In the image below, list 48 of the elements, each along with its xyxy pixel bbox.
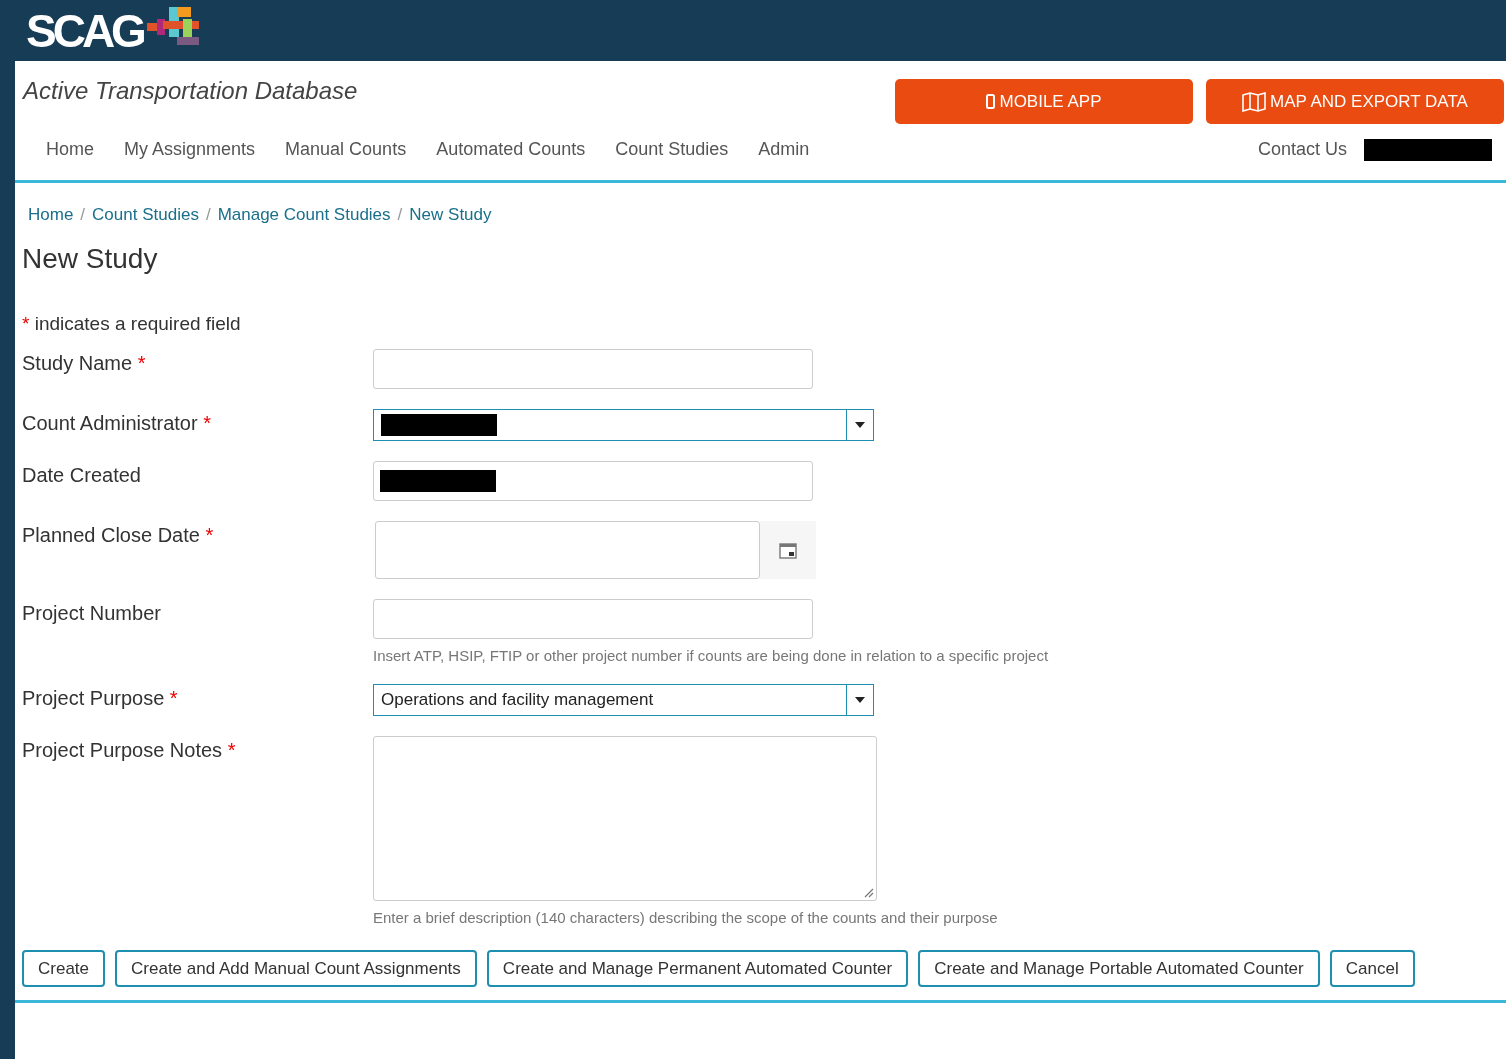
- nav-link[interactable]: Automated Counts: [421, 139, 601, 160]
- phone-icon: [986, 94, 996, 109]
- resize-grip-icon: [862, 886, 874, 898]
- header-button[interactable]: MAP AND EXPORT DATA: [1206, 79, 1504, 124]
- field-label: Project Purpose *: [22, 687, 178, 709]
- dropdown[interactable]: Operations and facility management: [373, 684, 874, 716]
- nav-link[interactable]: Home: [31, 139, 109, 160]
- calendar-button[interactable]: [760, 521, 816, 579]
- text-field[interactable]: [373, 461, 813, 501]
- field-label: Planned Close Date *: [22, 524, 214, 546]
- logo-text[interactable]: SCAG: [26, 3, 143, 58]
- field-label: Project Purpose Notes *: [22, 739, 236, 761]
- nav-link[interactable]: My Assignments: [109, 139, 271, 160]
- text-field[interactable]: [373, 599, 813, 639]
- form-button[interactable]: Create and Add Manual Count Assignments: [115, 950, 477, 987]
- breadcrumb-link[interactable]: New Study: [409, 205, 492, 225]
- header-button[interactable]: MOBILE APP: [895, 79, 1193, 124]
- map-icon: [1242, 91, 1267, 112]
- calendar-icon: [779, 541, 797, 559]
- breadcrumb-link[interactable]: Home: [28, 205, 74, 225]
- contact-link[interactable]: Contact Us: [1242, 139, 1362, 160]
- date-field[interactable]: [375, 521, 760, 579]
- breadcrumb-separator: /: [80, 205, 86, 225]
- breadcrumb-link[interactable]: Count Studies: [92, 205, 199, 225]
- help-text: Insert ATP, HSIP, FTIP or other project number if counts are being done in relation to a specific project: [373, 647, 1050, 664]
- breadcrumb-separator: /: [205, 205, 211, 225]
- help-text: Enter a brief description (140 characters) describing the scope of the counts and their purpose: [373, 909, 999, 926]
- nav-link[interactable]: Count Studies: [600, 139, 744, 160]
- field-label: Count Administrator *: [22, 412, 211, 434]
- notes-textarea[interactable]: [373, 736, 877, 901]
- field-label: Project Number: [22, 602, 161, 624]
- form-button[interactable]: Create: [22, 950, 106, 987]
- caret-icon: [855, 697, 865, 703]
- field-label: Date Created: [22, 464, 141, 486]
- nav-link[interactable]: Manual Counts: [270, 139, 422, 160]
- text-field[interactable]: [373, 349, 813, 389]
- required-note: * indicates a required field: [22, 313, 242, 335]
- form-button[interactable]: Create and Manage Portable Automated Counter: [918, 950, 1320, 987]
- site-title: Active Transportation Database: [23, 77, 358, 106]
- dropdown[interactable]: [373, 409, 874, 441]
- caret-icon: [855, 422, 865, 428]
- field-label: Study Name *: [22, 352, 146, 374]
- form-button[interactable]: Cancel: [1329, 950, 1415, 987]
- nav-link[interactable]: Admin: [743, 139, 825, 160]
- page-title: New Study: [22, 243, 159, 275]
- breadcrumb-link[interactable]: Manage Count Studies: [217, 205, 391, 225]
- form-button[interactable]: Create and Manage Permanent Automated Counter: [486, 950, 909, 987]
- breadcrumb-separator: /: [397, 205, 403, 225]
